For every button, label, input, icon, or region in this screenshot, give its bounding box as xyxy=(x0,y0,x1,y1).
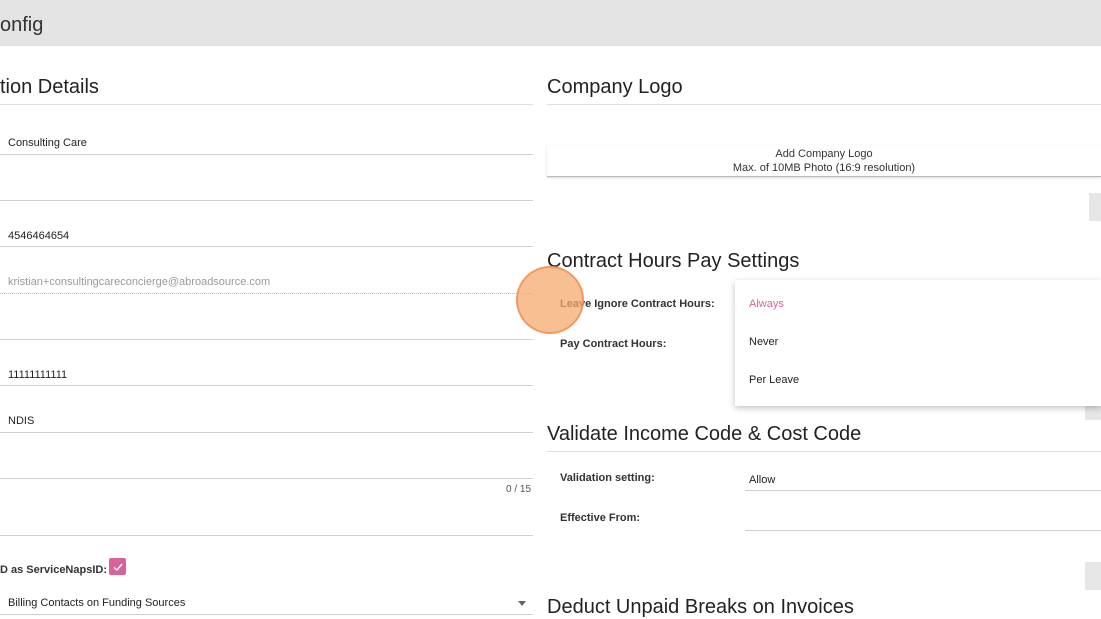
side-tab[interactable] xyxy=(1089,193,1101,221)
add-logo-button[interactable]: Add Company Logo Max. of 10MB Photo (16:… xyxy=(547,145,1101,177)
section-divider xyxy=(0,104,533,105)
validation-setting-select[interactable]: Allow xyxy=(749,474,775,486)
section-divider xyxy=(547,104,1101,105)
phone-field-underline xyxy=(0,246,533,247)
validation-select-underline xyxy=(745,490,1101,491)
empty-field-underline-2[interactable] xyxy=(0,339,533,340)
empty-field-underline-3[interactable] xyxy=(0,535,533,536)
effective-from-field[interactable] xyxy=(745,530,1101,531)
number-field[interactable]: 11111111111 xyxy=(8,369,67,381)
name-field[interactable]: Consulting Care xyxy=(8,137,87,149)
section-title-logo: Company Logo xyxy=(547,76,683,98)
ndis-field[interactable]: NDIS xyxy=(8,415,34,427)
leave-ignore-dropdown[interactable]: Always Never Per Leave xyxy=(735,280,1101,406)
char-counter: 0 / 15 xyxy=(506,484,532,495)
pay-contract-label: Pay Contract Hours: xyxy=(560,338,667,350)
phone-field[interactable]: 4546464654 xyxy=(8,230,69,242)
billing-select[interactable]: Billing Contacts on Funding Sources xyxy=(8,597,185,609)
section-title-contract: Contract Hours Pay Settings xyxy=(547,250,800,272)
logo-size-hint: Max. of 10MB Photo (16:9 resolution) xyxy=(732,162,916,174)
empty-field-underline[interactable] xyxy=(0,200,533,201)
ndis-field-underline xyxy=(0,432,533,433)
number-field-underline xyxy=(0,385,533,386)
name-field-underline xyxy=(0,154,533,155)
limited-field-underline[interactable] xyxy=(0,478,533,479)
click-highlight xyxy=(516,266,584,334)
section-title-deduct: Deduct Unpaid Breaks on Invoices xyxy=(547,596,854,618)
servicenaps-checkbox[interactable] xyxy=(109,558,126,575)
add-logo-label: Add Company Logo xyxy=(775,148,873,160)
validation-setting-label: Validation setting: xyxy=(560,472,655,484)
side-tab[interactable] xyxy=(1085,562,1101,590)
page-title: onfig xyxy=(0,14,44,36)
section-title-validate: Validate Income Code & Cost Code xyxy=(547,423,862,445)
dropdown-option-never[interactable]: Never xyxy=(749,336,778,348)
effective-from-label: Effective From: xyxy=(560,512,641,524)
top-bar xyxy=(0,0,1101,46)
section-divider xyxy=(547,451,1101,452)
servicenaps-label: D as ServiceNapsID: xyxy=(0,564,107,576)
chevron-down-icon[interactable] xyxy=(518,601,526,606)
email-field[interactable]: kristian+consultingcareconcierge@abroads… xyxy=(8,276,270,288)
section-title-details: tion Details xyxy=(0,76,99,98)
dropdown-option-always[interactable]: Always xyxy=(749,298,784,310)
check-icon xyxy=(113,563,123,571)
dropdown-option-per-leave[interactable]: Per Leave xyxy=(749,374,799,386)
email-field-underline xyxy=(0,293,533,294)
